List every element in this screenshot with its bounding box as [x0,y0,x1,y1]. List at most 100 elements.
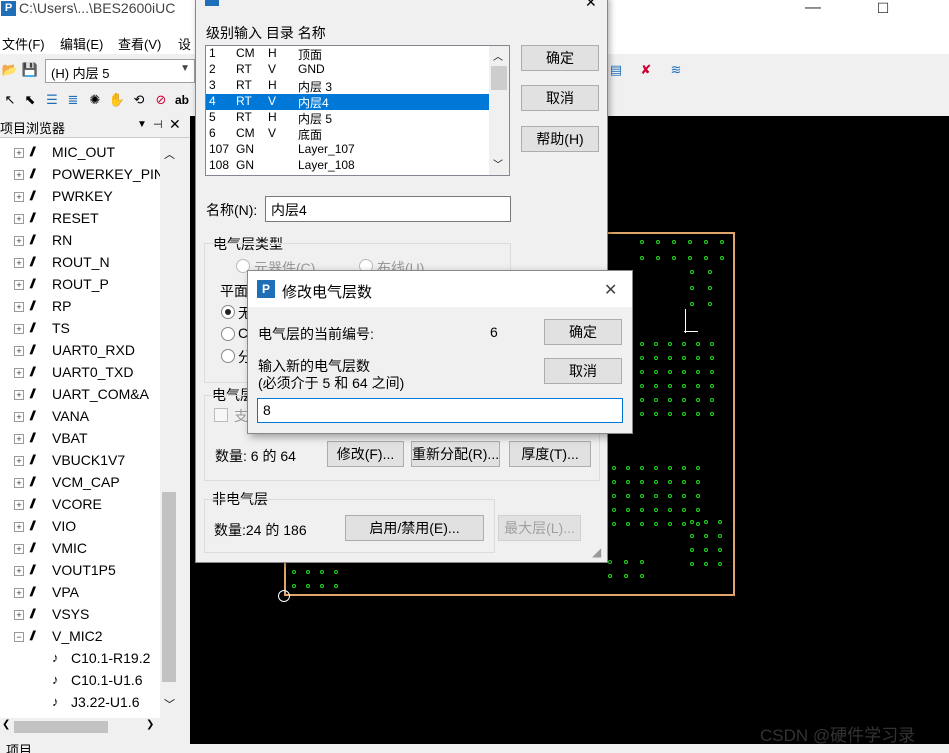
menu-view[interactable]: 查看(V) [118,34,161,53]
menu-edit[interactable]: 编辑(E) [60,34,103,53]
expand-icon[interactable]: + [14,170,24,180]
net-list: + /// MIC_OUT + /// POWERKEY_PIN + /// PWRKEY + //… [0,142,160,718]
plane-none-radio[interactable] [221,305,235,319]
expand-icon[interactable]: + [14,456,24,466]
layer-row[interactable]: 1 CM H 顶面 [206,46,489,62]
fanout-icon[interactable]: ✺ [85,90,105,110]
scroll-left-icon[interactable]: ❮ [2,719,10,730]
reassign-button[interactable]: 重新分配(R)... [411,441,500,467]
traces-icon[interactable]: ≣ [63,90,83,110]
tree-scroll-thumb[interactable] [162,492,176,682]
menu-file[interactable]: 文件(F) [2,34,45,53]
select-pointer-icon[interactable]: ⬉ [20,90,40,110]
scroll-up-icon[interactable]: ︿ [493,48,503,63]
expand-icon[interactable]: + [14,324,24,334]
layer-cancel-button[interactable]: 取消 [521,85,599,111]
open-folder-icon[interactable]: 📂 [0,60,20,80]
maximize-icon[interactable]: ☐ [860,0,906,30]
layer-row[interactable]: 5 RT H 内层 5 [206,110,489,126]
layer-stack-icon[interactable]: ☰ [42,90,62,110]
expand-icon[interactable]: + [14,214,24,224]
scroll-down-icon[interactable]: ﹀ [164,696,175,712]
net-label: VCM_CAP [52,474,120,490]
current-count-label: 电气层的当前编号: [258,326,374,342]
net-icon: /// [30,540,35,555]
route-icon[interactable]: ≋ [666,60,686,80]
close-icon[interactable]: ✕ [585,0,597,11]
layer-row[interactable]: 108 GN Layer_108 [206,158,489,174]
expand-icon[interactable]: + [14,412,24,422]
expand-icon[interactable]: + [14,148,24,158]
expand-icon[interactable]: + [14,522,24,532]
layout-icon[interactable]: ▤ [606,60,626,80]
layer-row[interactable]: 2 RT V GND [206,62,489,78]
expand-icon[interactable]: + [14,566,24,576]
resize-grip-icon[interactable]: ◢ [592,545,601,559]
menu-setup[interactable]: 设 [178,34,191,53]
expand-icon[interactable]: + [14,346,24,356]
close-icon[interactable]: ✕ [169,116,181,133]
expand-icon[interactable]: + [14,610,24,620]
project-browser-title: 项目浏览器 [0,121,66,136]
layer-select[interactable]: (H) 内层 5 ▼ [45,59,195,83]
layer-name-field[interactable]: 内层4 [265,196,511,222]
close-icon[interactable]: ✕ [604,280,617,300]
scroll-down-icon[interactable]: ﹀ [493,156,503,171]
layer-level: 1 [209,46,216,60]
expand-icon[interactable]: + [14,192,24,202]
expand-icon[interactable]: + [14,478,24,488]
scroll-up-icon[interactable]: ︿ [164,146,175,162]
select-arrow-icon[interactable]: ↖ [0,90,20,110]
plane-cam-radio[interactable] [221,327,235,341]
save-icon[interactable]: 💾 [20,60,40,80]
expand-icon[interactable]: + [14,280,24,290]
text-tool-icon[interactable]: ab [172,90,192,110]
layer-ok-button[interactable]: 确定 [521,45,599,71]
expand-icon[interactable]: + [14,434,24,444]
net-label: VIO [52,518,77,534]
modify-cancel-button[interactable]: 取消 [544,358,622,384]
dropdown-icon[interactable]: ▼ [137,119,147,130]
modify-button[interactable]: 修改(F)... [327,441,404,467]
expand-icon[interactable]: + [14,236,24,246]
expand-icon[interactable]: + [14,500,24,510]
layer-count-input[interactable]: 8 [257,398,623,423]
verify-icon[interactable]: ✘ [636,60,656,80]
layer-row[interactable]: 107 GN Layer_107 [206,142,489,158]
expand-icon[interactable]: + [14,368,24,378]
expand-icon[interactable]: + [14,258,24,268]
max-layer-button[interactable]: 最大层(L)... [498,515,581,541]
tree-hscroll-thumb[interactable] [14,721,108,733]
modify-ok-button[interactable]: 确定 [544,319,622,345]
connection-label: J3.22-U1.6 [71,694,140,710]
support-checkbox[interactable] [214,408,228,422]
expand-icon[interactable]: + [14,302,24,312]
hand-icon[interactable]: ✋ [107,90,127,110]
plane-split-radio[interactable] [221,349,235,363]
layer-direction: V [268,94,277,108]
plane-label: 平面 [220,283,248,299]
layer-help-button[interactable]: 帮助(H) [521,126,599,152]
expand-icon[interactable]: + [14,588,24,598]
layer-rows: 1 CM H 顶面 2 RT V GND 3 RT H 内层 3 4 RT V 内层4 5 RT H 内层 5 6 CM V… [206,46,489,175]
thickness-button[interactable]: 厚度(T)... [509,441,591,467]
layer-row[interactable]: 6 CM V 底面 [206,126,489,142]
layer-list-thumb[interactable] [491,66,507,90]
enable-disable-button[interactable]: 启用/禁用(E)... [345,515,484,541]
tab-project[interactable]: 项目 [6,740,32,753]
layer-row[interactable]: 3 RT H 内层 3 [206,78,489,94]
layer-row[interactable]: 4 RT V 内层4 [206,94,489,110]
layer-name: 顶面 [298,48,323,62]
net-icon: /// [30,474,35,489]
no-entry-icon[interactable]: ⊘ [151,90,171,110]
rotate-icon[interactable]: ⟲ [129,90,149,110]
net-icon: /// [30,276,35,291]
expand-icon[interactable]: + [14,390,24,400]
expand-icon[interactable]: + [14,544,24,554]
ratsnest-line [684,331,698,332]
collapse-icon[interactable]: − [14,632,24,642]
net-label: VANA [52,408,90,424]
scroll-right-icon[interactable]: ❯ [146,719,154,730]
minimize-icon[interactable]: — [790,0,836,30]
pin-icon[interactable]: ⊣ [153,118,163,131]
